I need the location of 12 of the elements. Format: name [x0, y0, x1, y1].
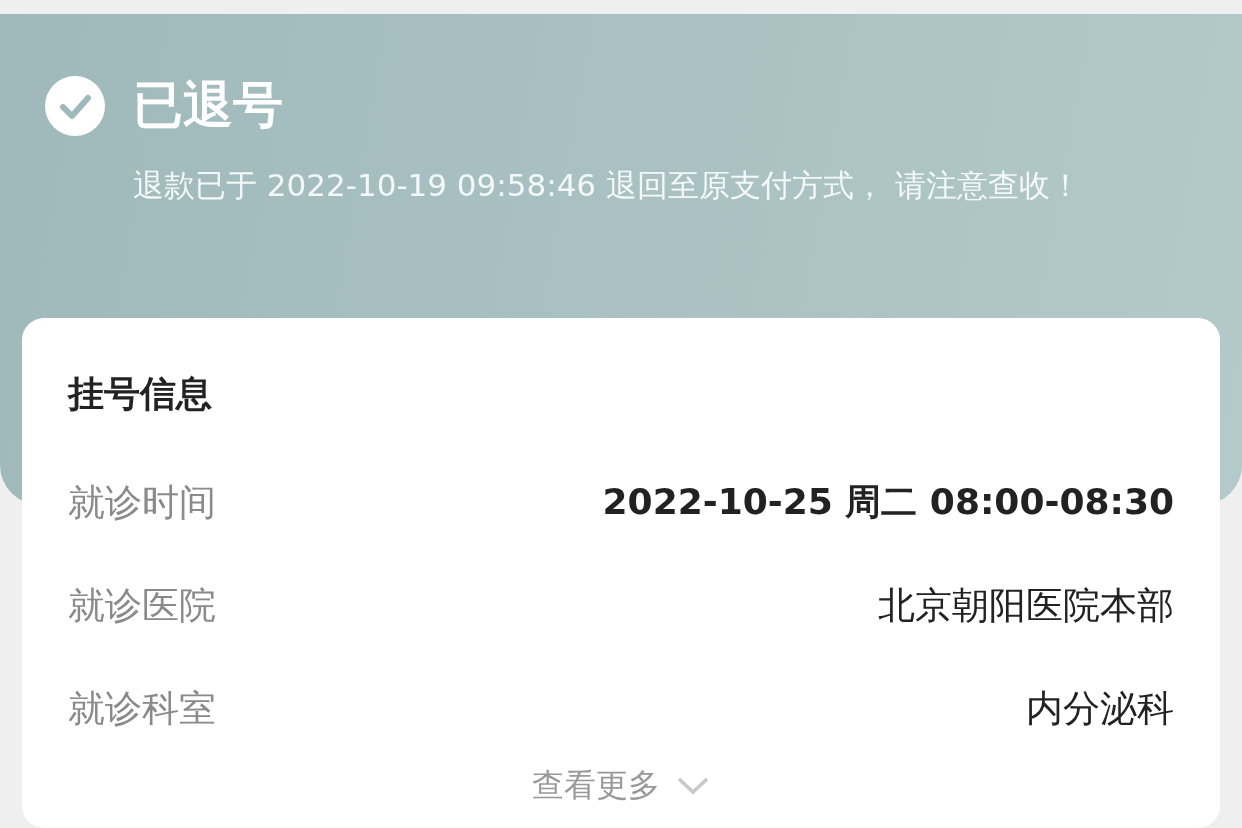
field-value: 内分泌科	[1026, 685, 1174, 732]
chevron-down-icon	[676, 776, 710, 796]
status-title: 已退号	[133, 75, 283, 136]
view-more-link[interactable]: 查看更多	[68, 764, 1174, 808]
card-title: 挂号信息	[68, 372, 213, 416]
field-label: 就诊时间	[68, 479, 216, 526]
field-label: 就诊科室	[68, 685, 216, 732]
refund-message: 退款已于 2022-10-19 09:58:46 退回至原支付方式， 请注意查收！	[133, 166, 1082, 205]
field-value: 北京朝阳医院本部	[878, 582, 1174, 629]
field-value: 2022-10-25 周二 08:00-08:30	[602, 480, 1174, 524]
field-label: 就诊医院	[68, 582, 216, 629]
check-circle-icon	[45, 75, 105, 136]
